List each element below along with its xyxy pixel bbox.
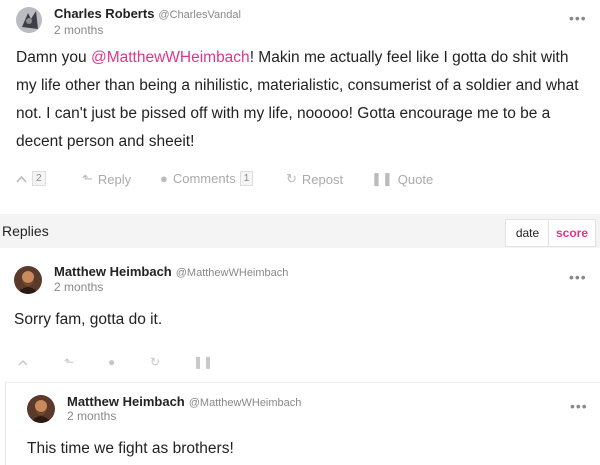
mention-link[interactable]: @MatthewWHeimbach [91, 49, 250, 66]
repost-icon: ↻ [286, 171, 297, 186]
repost-icon[interactable]: ↻ [150, 355, 160, 369]
reply-handle[interactable]: @MatthewWHeimbach [176, 267, 289, 279]
original-post: Charles Roberts @CharlesVandal 2 months •… [0, 0, 600, 198]
reply-author[interactable]: Matthew Heimbach @MatthewWHeimbach [67, 394, 301, 409]
reply-handle[interactable]: @MatthewWHeimbach [189, 397, 302, 409]
quote-icon: ❚❚ [371, 171, 393, 186]
reply-arrow-icon[interactable]: ⬑ [64, 355, 74, 369]
sort-score-button[interactable]: score [548, 219, 596, 247]
nested-reply-item: Matthew Heimbach @MatthewWHeimbach 2 mont… [5, 382, 600, 465]
author-avatar[interactable] [16, 7, 42, 33]
author-name[interactable]: Charles Roberts @CharlesVandal [54, 6, 241, 21]
reply-item: Matthew Heimbach @MatthewWHeimbach 2 mont… [0, 248, 600, 382]
post-time[interactable]: 2 months [54, 23, 103, 37]
reply-body: This time we fight as brothers! [27, 440, 234, 457]
upvote-count: 2 [32, 171, 46, 186]
post-body: Damn you @MatthewWHeimbach! Makin me act… [16, 49, 579, 150]
replies-title: Replies [2, 223, 49, 239]
chevron-up-icon[interactable] [18, 355, 28, 369]
repost-button[interactable]: ↻ Repost [286, 171, 343, 187]
comment-bubble-icon[interactable]: ● [108, 355, 115, 369]
upvote-button[interactable]: 2 [16, 171, 46, 186]
sort-date-button[interactable]: date [505, 219, 550, 247]
replies-header: Replies date score [0, 214, 600, 248]
comments-button[interactable]: ● Comments 1 [160, 171, 254, 186]
comment-bubble-icon: ● [160, 171, 168, 186]
reply-time[interactable]: 2 months [67, 409, 116, 423]
more-options-icon[interactable]: ••• [569, 11, 587, 25]
quote-button[interactable]: ❚❚ Quote [371, 171, 433, 187]
reply-avatar[interactable] [27, 395, 55, 423]
chevron-up-icon [16, 175, 27, 183]
author-handle[interactable]: @CharlesVandal [158, 9, 241, 21]
reply-body: Sorry fam, gotta do it. [14, 311, 163, 328]
more-options-icon[interactable]: ••• [570, 399, 588, 413]
reply-author[interactable]: Matthew Heimbach @MatthewWHeimbach [54, 264, 288, 279]
reply-time[interactable]: 2 months [54, 280, 103, 294]
comments-count: 1 [239, 171, 254, 186]
reply-arrow-icon: ⬑ [82, 171, 93, 186]
reply-avatar[interactable] [14, 266, 42, 294]
quote-icon[interactable]: ❚❚ [193, 355, 213, 369]
more-options-icon[interactable]: ••• [569, 270, 587, 284]
reply-button[interactable]: ⬑ Reply [82, 171, 131, 187]
